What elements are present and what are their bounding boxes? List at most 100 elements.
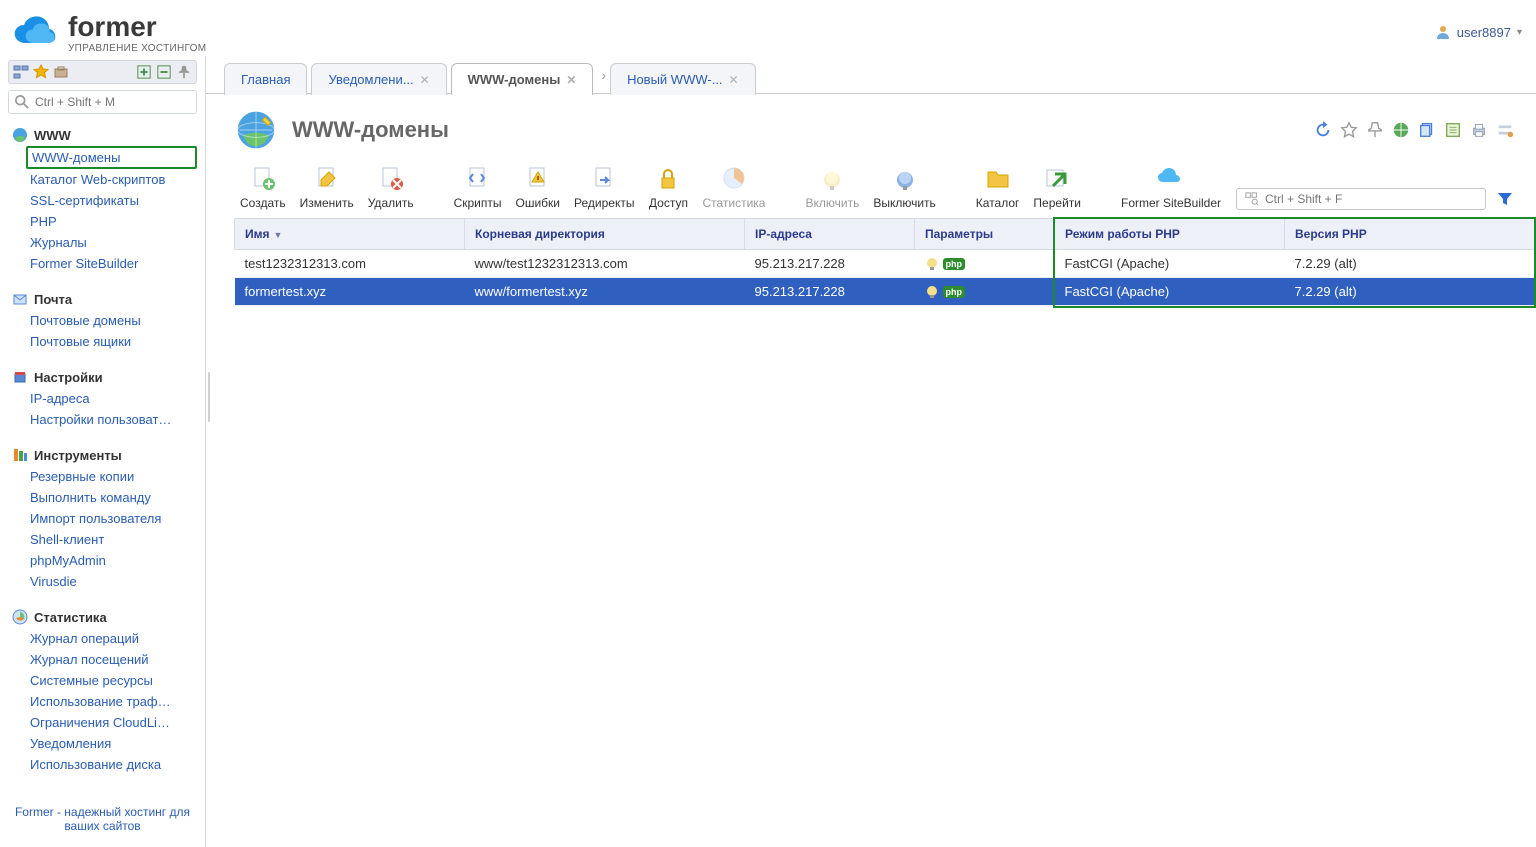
tool-button[interactable]: Ошибки <box>510 164 567 210</box>
nav-item[interactable]: Выполнить команду <box>30 487 197 508</box>
tab-bar: ГлавнаяУведомлени...✕WWW-домены✕ ›Новый W… <box>206 56 1536 94</box>
php-badge: php <box>943 258 966 270</box>
tool-button[interactable]: Создать <box>234 164 292 210</box>
nav-item[interactable]: Почтовые ящики <box>30 331 197 352</box>
sidebar-search[interactable] <box>8 90 197 114</box>
tool-button[interactable]: Former SiteBuilder <box>1115 164 1227 210</box>
nav-item[interactable]: Журнал операций <box>30 628 197 649</box>
tool-label: Статистика <box>702 196 765 210</box>
column-header[interactable]: Имя▼ <box>235 219 465 250</box>
globe-small-icon[interactable] <box>1392 121 1410 139</box>
nav-item[interactable]: Уведомления <box>30 733 197 754</box>
section-icon <box>12 369 28 385</box>
nav-item-label: Журналы <box>30 235 87 250</box>
close-icon[interactable]: ✕ <box>420 73 430 87</box>
table-row[interactable]: formertest.xyzwww/formertest.xyz95.213.2… <box>235 278 1536 306</box>
nav-section-header[interactable]: Настройки <box>8 366 197 388</box>
nav-item[interactable]: Использование траф… <box>30 691 197 712</box>
chevron-right-icon: › <box>601 67 606 83</box>
tool-button: Включить <box>799 164 865 210</box>
column-header[interactable]: IP-адреса <box>745 219 915 250</box>
tab[interactable]: Уведомлени...✕ <box>311 63 446 95</box>
nav-item-label: Ограничения CloudLi… <box>30 715 170 730</box>
nav-section-header[interactable]: Инструменты <box>8 444 197 466</box>
sidebar-toolbar <box>8 60 197 84</box>
user-label: user8897 <box>1457 25 1511 40</box>
nav-item[interactable]: WWW-домены <box>26 146 197 169</box>
column-header[interactable]: Версия PHP <box>1285 219 1536 250</box>
search-grid-icon <box>1245 192 1259 206</box>
nav-section-header[interactable]: Почта <box>8 288 197 310</box>
column-header[interactable]: Корневая директория <box>465 219 745 250</box>
nav-item[interactable]: Каталог Web-скриптов <box>30 169 197 190</box>
search-icon <box>15 95 29 109</box>
close-icon[interactable]: ✕ <box>566 73 576 87</box>
nav-item[interactable]: Использование диска <box>30 754 197 775</box>
nav-item[interactable]: Former SiteBuilder <box>30 253 197 274</box>
nav-item[interactable]: PHP <box>30 211 197 232</box>
tool-button[interactable]: Перейти <box>1027 164 1087 210</box>
bulb-on-icon <box>925 285 939 299</box>
nav-item[interactable]: Импорт пользователя <box>30 508 197 529</box>
pin-icon[interactable] <box>176 64 192 80</box>
table-row[interactable]: test1232312313.comwww/test1232312313.com… <box>235 250 1536 278</box>
tool-button[interactable]: Каталог <box>970 164 1026 210</box>
tool-button[interactable]: Скрипты <box>448 164 508 210</box>
nav-item[interactable]: phpMyAdmin <box>30 550 197 571</box>
nav-item-label: Использование диска <box>30 757 161 772</box>
tool-icon <box>654 164 682 192</box>
nav-section-header[interactable]: WWW <box>8 124 197 146</box>
collapse-all-icon[interactable] <box>156 64 172 80</box>
quick-search-input[interactable] <box>1265 192 1477 206</box>
quick-search[interactable] <box>1236 188 1486 210</box>
sort-indicator-icon: ▼ <box>274 230 283 240</box>
tab[interactable]: Главная <box>224 63 307 95</box>
tool-button[interactable]: Удалить <box>362 164 420 210</box>
tool-label: Перейти <box>1033 196 1081 210</box>
nav-item[interactable]: Настройки пользоват… <box>30 409 197 430</box>
nav-item[interactable]: Журналы <box>30 232 197 253</box>
nav-item[interactable]: Shell-клиент <box>30 529 197 550</box>
tool-button[interactable]: Доступ <box>642 164 694 210</box>
nav-item-label: Почтовые ящики <box>30 334 131 349</box>
sidebar-search-input[interactable] <box>35 95 190 109</box>
briefcase-icon[interactable] <box>53 64 69 80</box>
nav-item[interactable]: Virusdie <box>30 571 197 592</box>
tab[interactable]: WWW-домены✕ <box>451 63 594 95</box>
star-outline-icon[interactable] <box>1340 121 1358 139</box>
filter-icon[interactable] <box>1496 190 1514 208</box>
print-icon[interactable] <box>1470 121 1488 139</box>
nav-item[interactable]: SSL-сертификаты <box>30 190 197 211</box>
refresh-icon[interactable] <box>1314 121 1332 139</box>
pin-outline-icon[interactable] <box>1366 121 1384 139</box>
nav-item[interactable]: Системные ресурсы <box>30 670 197 691</box>
tree-icon[interactable] <box>13 64 29 80</box>
nav-item[interactable]: IP-адреса <box>30 388 197 409</box>
nav-item-label: SSL-сертификаты <box>30 193 139 208</box>
column-header[interactable]: Параметры <box>915 219 1055 250</box>
tool-icon <box>818 164 846 192</box>
section-icon <box>12 127 28 143</box>
settings-icon[interactable] <box>1496 121 1514 139</box>
nav-item[interactable]: Журнал посещений <box>30 649 197 670</box>
nav-item-label: Shell-клиент <box>30 532 104 547</box>
nav-section-header[interactable]: Статистика <box>8 606 197 628</box>
column-header[interactable]: Режим работы PHP <box>1055 219 1285 250</box>
footer-link[interactable]: Former - надежный хостинг для ваших сайт… <box>8 799 197 839</box>
tool-button[interactable]: Редиректы <box>568 164 640 210</box>
nav-section-title: Почта <box>34 292 72 307</box>
tab[interactable]: Новый WWW-...✕ <box>610 63 756 95</box>
nav-item-label: IP-адреса <box>30 391 90 406</box>
close-icon[interactable]: ✕ <box>729 73 739 87</box>
tool-button[interactable]: Изменить <box>294 164 360 210</box>
nav-section-title: WWW <box>34 128 71 143</box>
nav-item[interactable]: Резервные копии <box>30 466 197 487</box>
star-icon[interactable] <box>33 64 49 80</box>
user-menu[interactable]: user8897 ▾ <box>1435 24 1522 40</box>
export-csv-icon[interactable] <box>1444 121 1462 139</box>
tool-button[interactable]: Выключить <box>867 164 941 210</box>
expand-all-icon[interactable] <box>136 64 152 80</box>
copy-icon[interactable] <box>1418 121 1436 139</box>
nav-item[interactable]: Ограничения CloudLi… <box>30 712 197 733</box>
nav-item[interactable]: Почтовые домены <box>30 310 197 331</box>
